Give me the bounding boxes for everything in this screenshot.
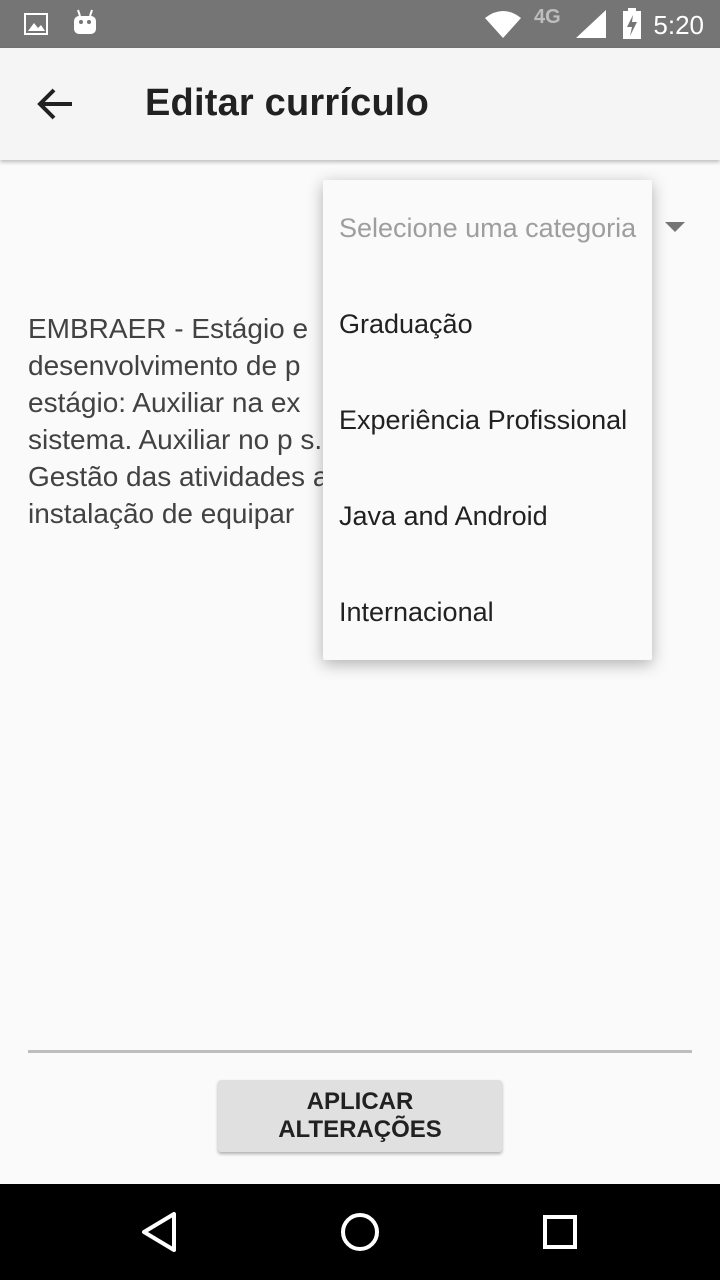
home-circle-icon[interactable] (334, 1206, 386, 1258)
clock: 5:20 (653, 10, 704, 40)
battery-charging-icon (623, 8, 641, 39)
category-option-graduacao[interactable]: Graduação (323, 276, 652, 372)
category-dropdown-menu: Selecione uma categoria Graduação Experi… (323, 180, 652, 660)
network-type-label: 4G (534, 6, 561, 28)
arrow-back-icon[interactable] (36, 86, 76, 122)
category-option-internacional[interactable]: Internacional (323, 564, 652, 660)
dropdown-arrow-icon[interactable] (665, 222, 685, 232)
image-icon (24, 13, 48, 35)
apply-changes-button[interactable]: APLICAR ALTERAÇÕES (218, 1080, 502, 1152)
category-option-hint[interactable]: Selecione uma categoria (323, 180, 652, 276)
android-icon (74, 9, 96, 34)
category-option-experiencia[interactable]: Experiência Profissional (323, 372, 652, 468)
wifi-icon (485, 11, 521, 38)
recents-square-icon[interactable] (534, 1206, 586, 1258)
signal-icon (576, 10, 606, 38)
divider (28, 1050, 692, 1053)
status-bar: 4G 5:20 (0, 0, 720, 48)
app-bar: Editar currículo (0, 48, 720, 160)
back-triangle-icon[interactable] (134, 1206, 186, 1258)
navigation-bar (0, 1184, 720, 1280)
category-option-java-android[interactable]: Java and Android (323, 468, 652, 564)
page-title: Editar currículo (145, 82, 430, 124)
